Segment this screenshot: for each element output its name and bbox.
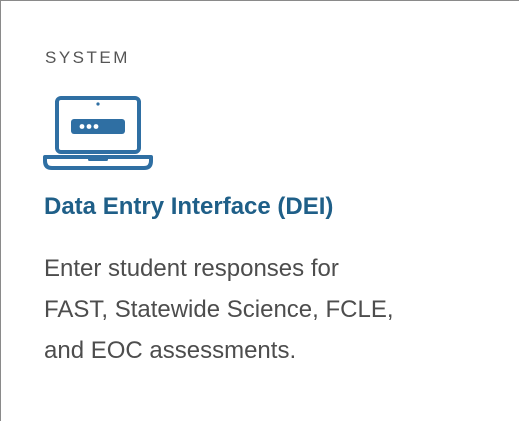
- laptop-login-icon: [42, 95, 154, 173]
- category-label: SYSTEM: [45, 48, 130, 67]
- description-line: Enter student responses for: [44, 255, 339, 282]
- system-card[interactable]: SYSTEM Data Entry Interface (DEI) Enter …: [0, 0, 519, 421]
- card-description: Enter student responses for FAST, Statew…: [44, 248, 484, 371]
- description-line: FAST, Statewide Science, FCLE,: [44, 296, 394, 323]
- card-title[interactable]: Data Entry Interface (DEI): [44, 193, 333, 221]
- description-line: and EOC assessments.: [44, 337, 297, 364]
